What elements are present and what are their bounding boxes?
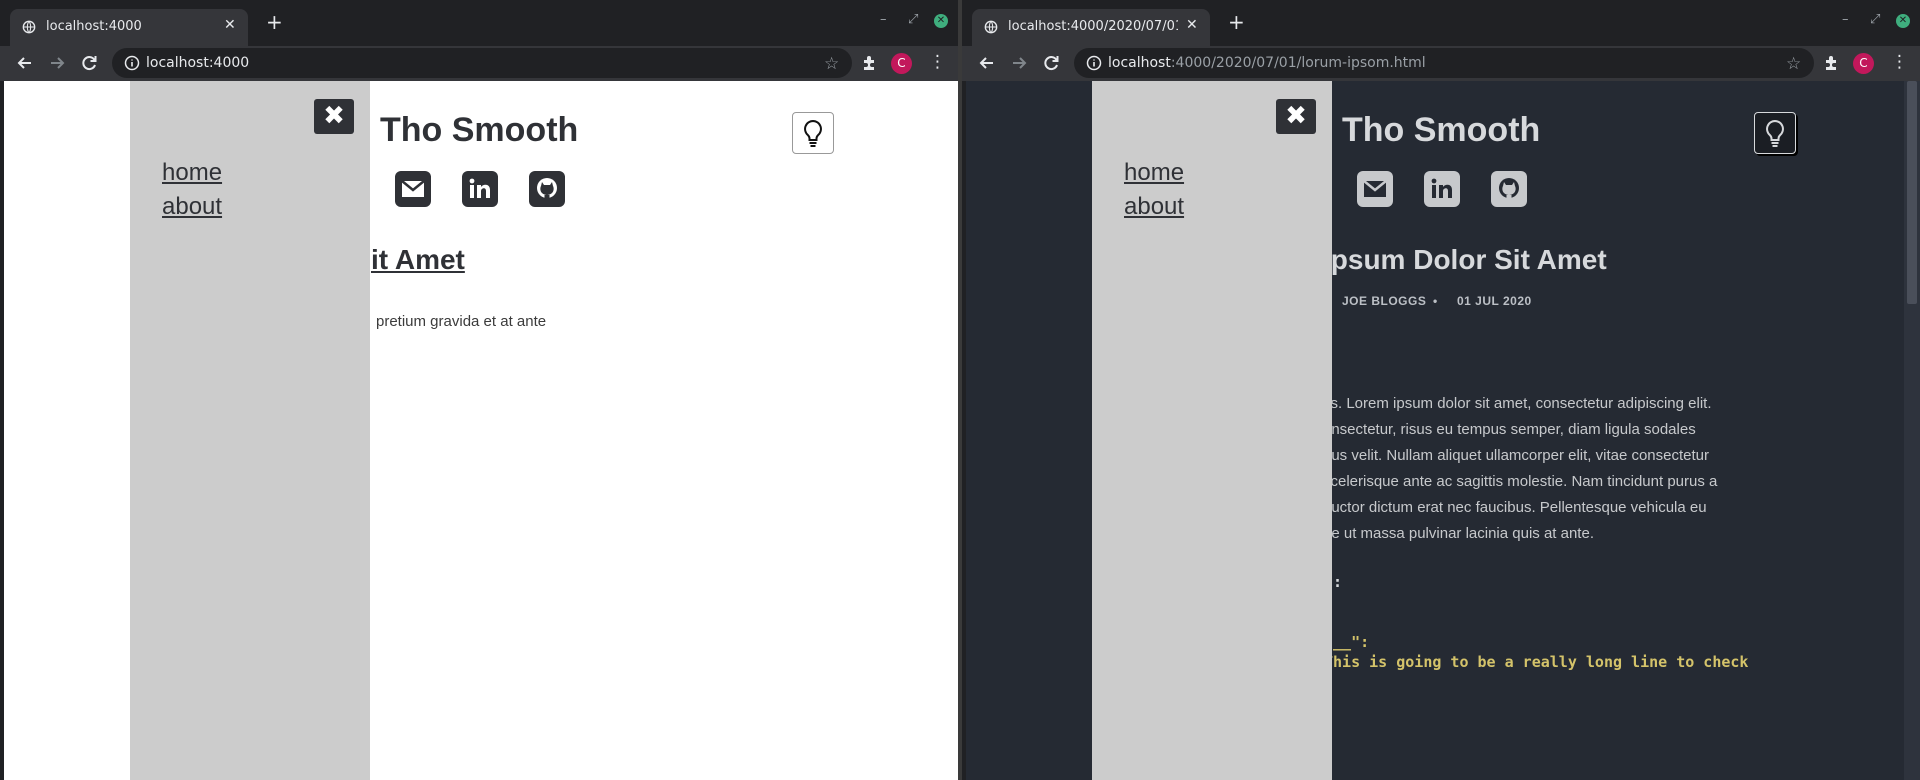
browser-tab[interactable]: localhost:4000/2020/07/01/lorum-ipsom.ht… — [972, 9, 1210, 46]
url-text: localhost:4000/2020/07/01/lorum-ipsom.ht… — [1108, 55, 1426, 71]
bookmark-star-icon[interactable]: ☆ — [1786, 54, 1801, 74]
theme-toggle-lightbulb-icon[interactable] — [792, 112, 834, 154]
forward-icon[interactable] — [46, 52, 68, 74]
site-title[interactable]: Tho Smooth — [1342, 111, 1540, 150]
address-bar[interactable]: localhost:4000 ☆ — [112, 48, 852, 78]
browser-toolbar: localhost:4000 ☆ C ⋮ — [0, 46, 958, 81]
sidebar-close-button[interactable]: ✖ — [1276, 99, 1316, 134]
site-title[interactable]: Tho Smooth — [380, 111, 578, 150]
info-icon[interactable] — [124, 55, 140, 71]
forward-icon[interactable] — [1008, 52, 1030, 74]
profile-avatar[interactable]: C — [891, 53, 912, 74]
browser-toolbar: localhost:4000/2020/07/01/lorum-ipsom.ht… — [962, 46, 1920, 81]
url-path: :4000/2020/07/01/lorum-ipsom.html — [1170, 55, 1426, 71]
body-line-6: ue ut massa pulvinar lacinia quis at ant… — [1323, 525, 1594, 542]
window-close-icon[interactable]: ✕ — [1896, 14, 1910, 28]
restore-icon[interactable]: ⤢ — [908, 12, 918, 27]
sidebar-link-about[interactable]: about — [1124, 193, 1184, 221]
tab-title: localhost:4000 — [46, 19, 142, 34]
minimize-icon[interactable]: – — [880, 12, 887, 27]
minimize-icon[interactable]: – — [1842, 12, 1849, 27]
linkedin-icon[interactable] — [1424, 171, 1460, 207]
window-close-icon[interactable]: ✕ — [934, 14, 948, 28]
page-scrollbar[interactable] — [1904, 81, 1920, 780]
bookmark-star-icon[interactable]: ☆ — [824, 54, 839, 74]
url-text: localhost:4000 — [146, 55, 250, 71]
extensions-puzzle-icon[interactable] — [860, 53, 880, 73]
restore-icon[interactable]: ⤢ — [1870, 12, 1880, 27]
email-icon[interactable] — [395, 171, 431, 207]
globe-icon — [984, 20, 998, 34]
extensions-puzzle-icon[interactable] — [1822, 53, 1842, 73]
tab-close-icon[interactable]: ✕ — [1186, 17, 1198, 33]
code-line-3: This is going to be a really long line t… — [1324, 653, 1749, 671]
sidebar-close-button[interactable]: ✖ — [314, 99, 354, 134]
reload-icon[interactable] — [78, 52, 100, 74]
url-host: localhost — [1108, 55, 1171, 71]
post-author: JOE BLOGGS — [1342, 294, 1427, 308]
body-line-3: bus velit. Nullam aliquet ullamcorper el… — [1323, 447, 1710, 464]
post-title-link[interactable]: it Amet — [371, 244, 465, 276]
theme-toggle-lightbulb-icon[interactable] — [1754, 112, 1796, 154]
globe-icon — [22, 20, 36, 34]
back-icon[interactable] — [14, 52, 36, 74]
info-icon[interactable] — [1086, 55, 1102, 71]
browser-menu-icon[interactable]: ⋮ — [1891, 52, 1908, 72]
sidebar-link-about[interactable]: about — [162, 193, 222, 221]
tab-close-icon[interactable]: ✕ — [224, 17, 236, 33]
tab-title: localhost:4000/2020/07/01/lorum-ipsom.ht… — [1008, 19, 1178, 34]
tab-bar: localhost:4000 ✕ + – ⤢ ✕ — [0, 0, 958, 46]
page-viewport: Tho Smooth Ipsum Dolor Sit Amet JOE BLOG… — [966, 81, 1920, 780]
body-line-2: onsectetur, risus eu tempus semper, diam… — [1323, 421, 1696, 438]
profile-avatar[interactable]: C — [1853, 53, 1874, 74]
scrollbar-thumb[interactable] — [1907, 81, 1917, 304]
back-icon[interactable] — [976, 52, 998, 74]
new-tab-icon[interactable]: + — [266, 12, 283, 32]
sidebar-link-home[interactable]: home — [1124, 159, 1184, 187]
post-title: Ipsum Dolor Sit Amet — [1323, 244, 1607, 275]
github-icon[interactable] — [1491, 171, 1527, 207]
post-date: 01 JUL 2020 — [1457, 294, 1532, 308]
sidebar-menu: ✖ home about — [130, 81, 370, 780]
meta-separator: • — [1433, 294, 1438, 308]
browser-tab[interactable]: localhost:4000 ✕ — [10, 9, 248, 46]
new-tab-icon[interactable]: + — [1228, 12, 1245, 32]
page-viewport: Tho Smooth it Amet pretium gravida et at… — [4, 81, 958, 780]
email-icon[interactable] — [1357, 171, 1393, 207]
reload-icon[interactable] — [1040, 52, 1062, 74]
post-excerpt: pretium gravida et at ante — [376, 313, 547, 330]
address-bar[interactable]: localhost:4000/2020/07/01/lorum-ipsom.ht… — [1074, 48, 1814, 78]
browser-window-left: localhost:4000 ✕ + – ⤢ ✕ localhost:4000 … — [0, 0, 958, 780]
browser-window-right: localhost:4000/2020/07/01/lorum-ipsom.ht… — [962, 0, 1920, 780]
body-line-4: scelerisque ante ac sagittis molestie. N… — [1323, 473, 1718, 490]
sidebar-link-home[interactable]: home — [162, 159, 222, 187]
linkedin-icon[interactable] — [462, 171, 498, 207]
browser-menu-icon[interactable]: ⋮ — [929, 52, 946, 72]
body-line-5: auctor dictum erat nec faucibus. Pellent… — [1323, 499, 1707, 516]
sidebar-menu: ✖ home about — [1092, 81, 1332, 780]
tab-bar: localhost:4000/2020/07/01/lorum-ipsom.ht… — [962, 0, 1920, 46]
body-line-1: tis. Lorem ipsum dolor sit amet, consect… — [1323, 395, 1712, 412]
github-icon[interactable] — [529, 171, 565, 207]
